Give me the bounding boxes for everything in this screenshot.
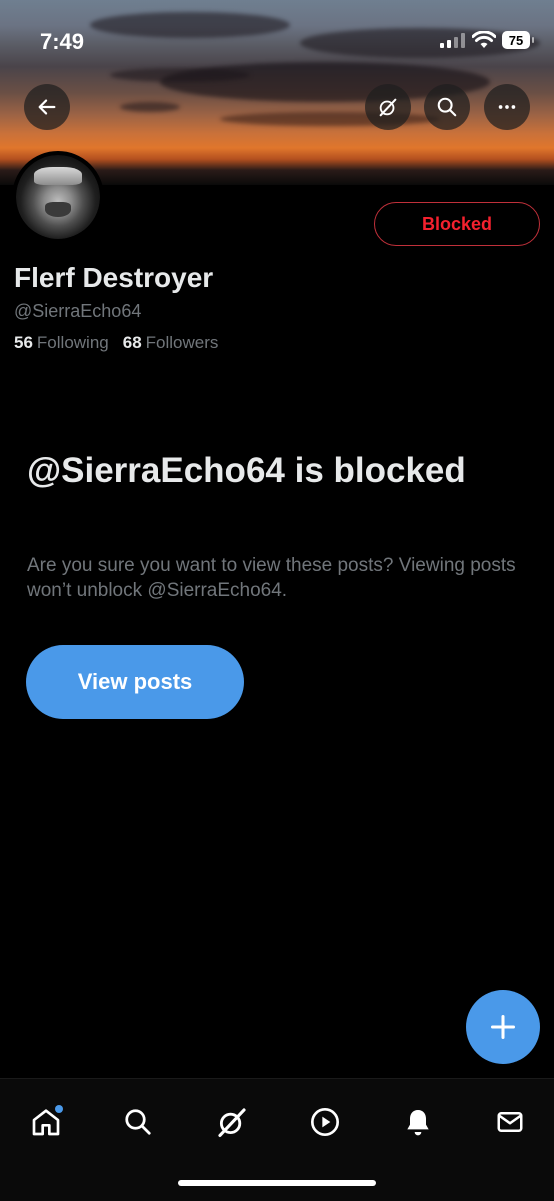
- notifications-icon: [407, 1110, 429, 1136]
- home-notification-dot: [55, 1105, 63, 1113]
- more-icon: [498, 105, 516, 109]
- blocked-description: Are you sure you want to view these post…: [27, 555, 516, 601]
- battery-level: 75: [508, 32, 524, 48]
- home-indicator: [178, 1180, 376, 1186]
- avatar-image: [16, 155, 100, 239]
- video-icon: [311, 1108, 339, 1136]
- avatar[interactable]: [12, 151, 104, 243]
- status-time: 7:49: [40, 29, 85, 54]
- grok-icon: [379, 98, 397, 117]
- more-button[interactable]: [484, 84, 530, 130]
- blocked-title: @SierraEcho64 is blocked: [27, 451, 466, 490]
- tab-messages[interactable]: [487, 1099, 533, 1145]
- tab-notifications[interactable]: [395, 1099, 441, 1145]
- status-bar: 7:49 75: [0, 0, 554, 80]
- grok-icon: [218, 1108, 246, 1138]
- profile-handle: @SierraEcho64: [14, 301, 142, 321]
- cellular-signal-icon: [440, 32, 465, 48]
- tab-search[interactable]: [115, 1099, 161, 1145]
- following-count: 56: [14, 333, 33, 352]
- followers-link[interactable]: 68 Followers: [123, 333, 219, 353]
- tab-video[interactable]: [302, 1099, 348, 1145]
- following-link[interactable]: 56 Following: [14, 333, 109, 353]
- followers-label: Followers: [145, 333, 219, 352]
- blocked-button[interactable]: Blocked: [374, 202, 540, 246]
- followers-count: 68: [122, 333, 142, 352]
- grok-button[interactable]: [365, 84, 411, 130]
- profile-stats: 56 Following 68 Followers: [14, 333, 218, 353]
- compose-button[interactable]: [466, 990, 540, 1064]
- back-button[interactable]: [24, 84, 70, 130]
- messages-icon: [497, 1112, 523, 1132]
- search-icon: [125, 1109, 151, 1135]
- search-button[interactable]: [424, 84, 470, 130]
- view-posts-button[interactable]: View posts: [26, 645, 244, 719]
- tab-grok[interactable]: [209, 1099, 255, 1145]
- battery-icon: 75: [502, 31, 534, 49]
- wifi-icon: [472, 31, 496, 48]
- tab-home[interactable]: [23, 1099, 69, 1145]
- following-label: Following: [36, 333, 109, 352]
- display-name: Flerf Destroyer: [14, 262, 214, 293]
- back-arrow-icon: [38, 99, 56, 115]
- search-icon: [437, 97, 457, 117]
- compose-plus-icon: [490, 1014, 516, 1040]
